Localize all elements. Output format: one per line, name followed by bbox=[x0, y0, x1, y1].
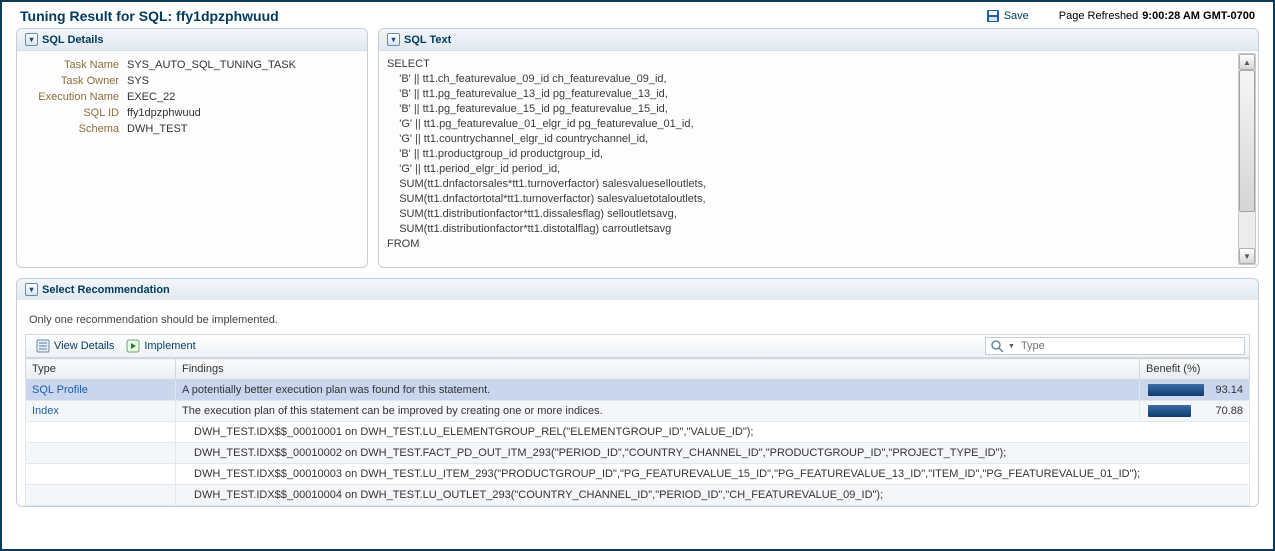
page-title: Tuning Result for SQL: ffy1dpzphwuud bbox=[20, 8, 986, 24]
col-benefit[interactable]: Benefit (%) bbox=[1140, 359, 1250, 380]
page-refreshed-label: Page Refreshed bbox=[1059, 10, 1139, 22]
rec-type-link[interactable]: Index bbox=[32, 405, 59, 417]
view-details-label: View Details bbox=[54, 340, 114, 352]
label-sql-id: SQL ID bbox=[29, 107, 119, 119]
value-task-owner: SYS bbox=[127, 75, 355, 87]
recommendation-toolbar: View Details Implement bbox=[25, 334, 1250, 358]
table-row: DWH_TEST.IDX$$_00010004 on DWH_TEST.LU_O… bbox=[26, 485, 1250, 506]
sql-text-content: SELECT 'B' || tt1.ch_featurevalue_09_id … bbox=[379, 51, 1258, 267]
table-row[interactable]: Index The execution plan of this stateme… bbox=[26, 401, 1250, 422]
rec-findings: The execution plan of this statement can… bbox=[176, 401, 1140, 422]
index-detail: DWH_TEST.IDX$$_00010004 on DWH_TEST.LU_O… bbox=[182, 489, 1243, 501]
index-detail: DWH_TEST.IDX$$_00010003 on DWH_TEST.LU_I… bbox=[182, 468, 1243, 480]
value-sql-id: ffy1dpzphwuud bbox=[127, 107, 355, 119]
table-row[interactable]: SQL Profile A potentially better executi… bbox=[26, 380, 1250, 401]
collapse-icon[interactable]: ▾ bbox=[25, 33, 38, 46]
col-type[interactable]: Type bbox=[26, 359, 176, 380]
index-detail: DWH_TEST.IDX$$_00010002 on DWH_TEST.FACT… bbox=[182, 447, 1243, 459]
implement-icon bbox=[126, 339, 140, 353]
chevron-down-icon[interactable]: ▼ bbox=[1008, 343, 1015, 350]
save-label: Save bbox=[1004, 10, 1029, 22]
label-execution-name: Execution Name bbox=[29, 91, 119, 103]
scroll-thumb[interactable] bbox=[1239, 70, 1255, 212]
implement-button[interactable]: Implement bbox=[120, 337, 201, 355]
scroll-up-icon[interactable]: ▲ bbox=[1239, 54, 1255, 70]
sql-text-panel: ▾ SQL Text SELECT 'B' || tt1.ch_featurev… bbox=[378, 28, 1259, 268]
value-schema: DWH_TEST bbox=[127, 123, 355, 135]
collapse-icon[interactable]: ▾ bbox=[25, 283, 38, 296]
select-recommendation-title: Select Recommendation bbox=[42, 284, 170, 296]
sql-details-title: SQL Details bbox=[42, 34, 104, 46]
recommendation-note: Only one recommendation should be implem… bbox=[29, 314, 1246, 326]
label-task-name: Task Name bbox=[29, 59, 119, 71]
search-icon bbox=[990, 339, 1004, 353]
save-icon bbox=[986, 9, 1000, 23]
table-row: DWH_TEST.IDX$$_00010001 on DWH_TEST.LU_E… bbox=[26, 422, 1250, 443]
value-task-name: SYS_AUTO_SQL_TUNING_TASK bbox=[127, 59, 355, 71]
index-detail: DWH_TEST.IDX$$_00010001 on DWH_TEST.LU_E… bbox=[182, 426, 1243, 438]
implement-label: Implement bbox=[144, 340, 195, 352]
page-refreshed-time: 9:00:28 AM GMT-0700 bbox=[1142, 10, 1255, 22]
rec-findings: A potentially better execution plan was … bbox=[176, 380, 1140, 401]
benefit-value: 70.88 bbox=[1215, 405, 1243, 417]
view-details-button[interactable]: View Details bbox=[30, 337, 120, 355]
search-input[interactable] bbox=[1019, 339, 1240, 353]
value-execution-name: EXEC_22 bbox=[127, 91, 355, 103]
collapse-icon[interactable]: ▾ bbox=[387, 33, 400, 46]
label-task-owner: Task Owner bbox=[29, 75, 119, 87]
benefit-bar bbox=[1148, 384, 1208, 396]
col-findings[interactable]: Findings bbox=[176, 359, 1140, 380]
view-details-icon bbox=[36, 339, 50, 353]
sql-details-panel: ▾ SQL Details Task Name SYS_AUTO_SQL_TUN… bbox=[16, 28, 368, 268]
sql-text-title: SQL Text bbox=[404, 34, 451, 46]
label-schema: Schema bbox=[29, 123, 119, 135]
scrollbar[interactable]: ▲ ▼ bbox=[1238, 53, 1256, 265]
save-button[interactable]: Save bbox=[986, 9, 1029, 23]
table-row: DWH_TEST.IDX$$_00010002 on DWH_TEST.FACT… bbox=[26, 443, 1250, 464]
search-box[interactable]: ▼ bbox=[985, 337, 1245, 355]
benefit-bar bbox=[1148, 405, 1208, 417]
recommendation-table: Type Findings Benefit (%) SQL Profile A … bbox=[25, 358, 1250, 506]
benefit-value: 93.14 bbox=[1215, 384, 1243, 396]
table-row: DWH_TEST.IDX$$_00010003 on DWH_TEST.LU_I… bbox=[26, 464, 1250, 485]
scroll-down-icon[interactable]: ▼ bbox=[1239, 248, 1255, 264]
rec-type-link[interactable]: SQL Profile bbox=[32, 384, 88, 396]
